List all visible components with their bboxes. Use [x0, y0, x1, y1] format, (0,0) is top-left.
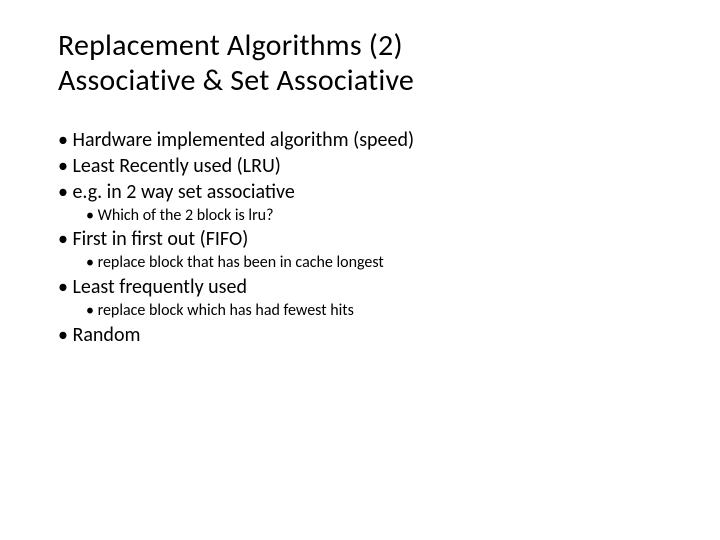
sub-bullet-list: replace block that has been in cache lon…: [86, 252, 680, 274]
bullet-item: e.g. in 2 way set associative Which of t…: [58, 179, 680, 227]
slide: Replacement Algorithms (2) Associative &…: [0, 0, 720, 540]
sub-bullet-item: replace block which has had fewest hits: [86, 300, 680, 322]
bullet-text: Least frequently used: [72, 275, 246, 299]
bullet-list: Hardware implemented algorithm (speed) L…: [58, 127, 680, 348]
bullet-text: Hardware implemented algorithm (speed): [72, 128, 414, 152]
title-line-2: Associative & Set Associative: [58, 62, 414, 99]
sub-bullet-item: Which of the 2 block is lru?: [86, 205, 680, 227]
bullet-text: e.g. in 2 way set associative: [72, 180, 294, 204]
title-line-1: Replacement Algorithms (2): [58, 27, 403, 64]
bullet-text: Random: [72, 323, 140, 347]
bullet-text: Least Recently used (LRU): [72, 154, 280, 178]
bullet-item: Hardware implemented algorithm (speed): [58, 127, 680, 153]
sub-bullet-item: replace block that has been in cache lon…: [86, 252, 680, 274]
bullet-item: Least Recently used (LRU): [58, 153, 680, 179]
bullet-item: Least frequently used replace block whic…: [58, 274, 680, 322]
sub-bullet-text: replace block that has been in cache lon…: [98, 253, 384, 272]
sub-bullet-text: Which of the 2 block is lru?: [98, 206, 274, 225]
slide-title: Replacement Algorithms (2) Associative &…: [58, 28, 680, 99]
bullet-text: First in first out (FIFO): [72, 227, 248, 251]
sub-bullet-list: Which of the 2 block is lru?: [86, 205, 680, 227]
sub-bullet-text: replace block which has had fewest hits: [98, 301, 354, 320]
sub-bullet-list: replace block which has had fewest hits: [86, 300, 680, 322]
bullet-item: First in first out (FIFO) replace block …: [58, 226, 680, 274]
bullet-item: Random: [58, 322, 680, 348]
